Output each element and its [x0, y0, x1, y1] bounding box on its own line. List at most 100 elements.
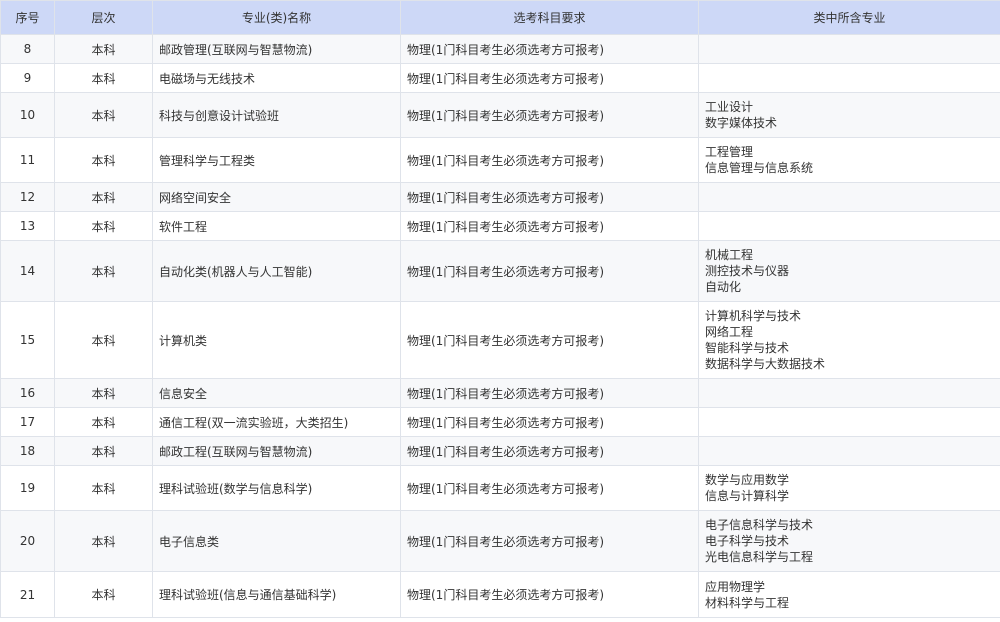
cell-level: 本科: [54, 240, 153, 302]
cell-included-majors: 应用物理学 材料科学与工程: [698, 571, 1000, 618]
cell-level: 本科: [54, 465, 153, 511]
cell-index: 18: [0, 436, 55, 466]
table-row: 10 本科 科技与创意设计试验班 物理(1门科目考生必须选考方可报考) 工业设计 数字媒体…: [0, 92, 1000, 138]
table-row: 21 本科 理科试验班(信息与通信基础科学) 物理(1门科目考生必须选考方可报考) 应用…: [0, 571, 1000, 618]
included-major-item: 智能科学与技术: [705, 341, 790, 355]
cell-level: 本科: [54, 301, 153, 379]
table-row: 20 本科 电子信息类 物理(1门科目考生必须选考方可报考) 电子信息科学与技术 电子科学…: [0, 510, 1000, 572]
cell-subject-requirement: 物理(1门科目考生必须选考方可报考): [400, 211, 699, 241]
cell-included-majors: 数学与应用数学 信息与计算科学: [698, 465, 1000, 511]
included-major-item: 电子科学与技术: [705, 534, 790, 548]
included-major-item: 计算机科学与技术: [705, 309, 802, 323]
cell-index: 14: [0, 240, 55, 302]
cell-level: 本科: [54, 63, 153, 93]
included-major-item: 数字媒体技术: [705, 116, 778, 130]
cell-level: 本科: [54, 436, 153, 466]
cell-included-majors: 计算机科学与技术 网络工程智能科学与技术数据科学与大数据技术: [698, 301, 1000, 379]
cell-subject-requirement: 物理(1门科目考生必须选考方可报考): [400, 182, 699, 212]
included-major-item: 自动化: [705, 280, 742, 294]
cell-subject-requirement: 物理(1门科目考生必须选考方可报考): [400, 63, 699, 93]
header-level: 层次: [54, 0, 153, 35]
cell-major-name: 软件工程: [152, 211, 401, 241]
included-major-item: 信息管理与信息系统: [705, 161, 814, 175]
cell-included-majors: [698, 182, 1000, 212]
cell-index: 8: [0, 34, 55, 64]
table-row: 12 本科 网络空间安全 物理(1门科目考生必须选考方可报考): [0, 182, 1000, 212]
cell-major-name: 自动化类(机器人与人工智能): [152, 240, 401, 302]
cell-level: 本科: [54, 182, 153, 212]
cell-included-majors: [698, 378, 1000, 408]
cell-index: 13: [0, 211, 55, 241]
included-major-item: 工程管理: [705, 145, 754, 159]
cell-subject-requirement: 物理(1门科目考生必须选考方可报考): [400, 378, 699, 408]
cell-major-name: 管理科学与工程类: [152, 137, 401, 183]
table-row: 13 本科 软件工程 物理(1门科目考生必须选考方可报考): [0, 211, 1000, 241]
cell-included-majors: [698, 211, 1000, 241]
cell-included-majors: 电子信息科学与技术 电子科学与技术 光电信息科学与工程: [698, 510, 1000, 572]
cell-major-name: 邮政工程(互联网与智慧物流): [152, 436, 401, 466]
included-major-item: 网络工程: [705, 325, 754, 339]
included-major-item: 电子信息科学与技术: [705, 518, 814, 532]
cell-major-name: 电子信息类: [152, 510, 401, 572]
cell-subject-requirement: 物理(1门科目考生必须选考方可报考): [400, 301, 699, 379]
included-major-item: 机械工程: [705, 248, 754, 262]
majors-table: 序号 层次 专业(类)名称 选考科目要求 类中所含专业 8 本科 邮政管理(互联网与…: [0, 0, 1000, 618]
cell-included-majors: 工程管理信息管理与信息系统: [698, 137, 1000, 183]
cell-level: 本科: [54, 34, 153, 64]
table-row: 18 本科 邮政工程(互联网与智慧物流) 物理(1门科目考生必须选考方可报考): [0, 436, 1000, 466]
included-major-item: 工业设计: [705, 100, 754, 114]
header-included-majors: 类中所含专业: [698, 0, 1000, 35]
table-row: 14 本科 自动化类(机器人与人工智能) 物理(1门科目考生必须选考方可报考) 机械工程…: [0, 240, 1000, 302]
cell-level: 本科: [54, 407, 153, 437]
cell-subject-requirement: 物理(1门科目考生必须选考方可报考): [400, 407, 699, 437]
cell-level: 本科: [54, 137, 153, 183]
cell-major-name: 计算机类: [152, 301, 401, 379]
cell-index: 15: [0, 301, 55, 379]
cell-subject-requirement: 物理(1门科目考生必须选考方可报考): [400, 240, 699, 302]
table-row: 19 本科 理科试验班(数学与信息科学) 物理(1门科目考生必须选考方可报考) 数学与应…: [0, 465, 1000, 511]
header-index: 序号: [0, 0, 55, 35]
cell-index: 11: [0, 137, 55, 183]
cell-included-majors: [698, 436, 1000, 466]
cell-level: 本科: [54, 378, 153, 408]
cell-major-name: 理科试验班(信息与通信基础科学): [152, 571, 401, 618]
cell-major-name: 网络空间安全: [152, 182, 401, 212]
table-row: 8 本科 邮政管理(互联网与智慧物流) 物理(1门科目考生必须选考方可报考): [0, 34, 1000, 64]
included-major-item: 数据科学与大数据技术: [705, 357, 826, 371]
cell-subject-requirement: 物理(1门科目考生必须选考方可报考): [400, 137, 699, 183]
cell-included-majors: [698, 63, 1000, 93]
table-row: 9 本科 电磁场与无线技术 物理(1门科目考生必须选考方可报考): [0, 63, 1000, 93]
cell-subject-requirement: 物理(1门科目考生必须选考方可报考): [400, 571, 699, 618]
cell-included-majors: [698, 407, 1000, 437]
cell-index: 12: [0, 182, 55, 212]
cell-index: 21: [0, 571, 55, 618]
table-row: 17 本科 通信工程(双一流实验班，大类招生) 物理(1门科目考生必须选考方可报考): [0, 407, 1000, 437]
table-row: 11 本科 管理科学与工程类 物理(1门科目考生必须选考方可报考) 工程管理 信息管理与信…: [0, 137, 1000, 183]
included-major-item: 材料科学与工程: [705, 595, 790, 610]
table-row: 15 本科 计算机类 物理(1门科目考生必须选考方可报考) 计算机科学与技术 网络工程 智能…: [0, 301, 1000, 379]
cell-level: 本科: [54, 92, 153, 138]
cell-index: 19: [0, 465, 55, 511]
cell-index: 16: [0, 378, 55, 408]
header-subject-requirement: 选考科目要求: [400, 0, 699, 35]
cell-major-name: 科技与创意设计试验班: [152, 92, 401, 138]
cell-included-majors: 工业设计数字媒体技术: [698, 92, 1000, 138]
included-major-item: 数学与应用数学: [705, 473, 790, 487]
header-major-name: 专业(类)名称: [152, 0, 401, 35]
cell-level: 本科: [54, 211, 153, 241]
cell-major-name: 邮政管理(互联网与智慧物流): [152, 34, 401, 64]
cell-index: 20: [0, 510, 55, 572]
cell-subject-requirement: 物理(1门科目考生必须选考方可报考): [400, 510, 699, 572]
cell-major-name: 通信工程(双一流实验班，大类招生): [152, 407, 401, 437]
cell-index: 9: [0, 63, 55, 93]
table-header: 序号 层次 专业(类)名称 选考科目要求 类中所含专业: [0, 0, 1000, 35]
table-body: 8 本科 邮政管理(互联网与智慧物流) 物理(1门科目考生必须选考方可报考) 9 本科 电磁…: [0, 34, 1000, 618]
cell-included-majors: [698, 34, 1000, 64]
cell-included-majors: 机械工程 测控技术与仪器 自动化: [698, 240, 1000, 302]
cell-subject-requirement: 物理(1门科目考生必须选考方可报考): [400, 436, 699, 466]
cell-major-name: 电磁场与无线技术: [152, 63, 401, 93]
cell-subject-requirement: 物理(1门科目考生必须选考方可报考): [400, 34, 699, 64]
cell-major-name: 信息安全: [152, 378, 401, 408]
table-row: 16 本科 信息安全 物理(1门科目考生必须选考方可报考): [0, 378, 1000, 408]
cell-subject-requirement: 物理(1门科目考生必须选考方可报考): [400, 465, 699, 511]
